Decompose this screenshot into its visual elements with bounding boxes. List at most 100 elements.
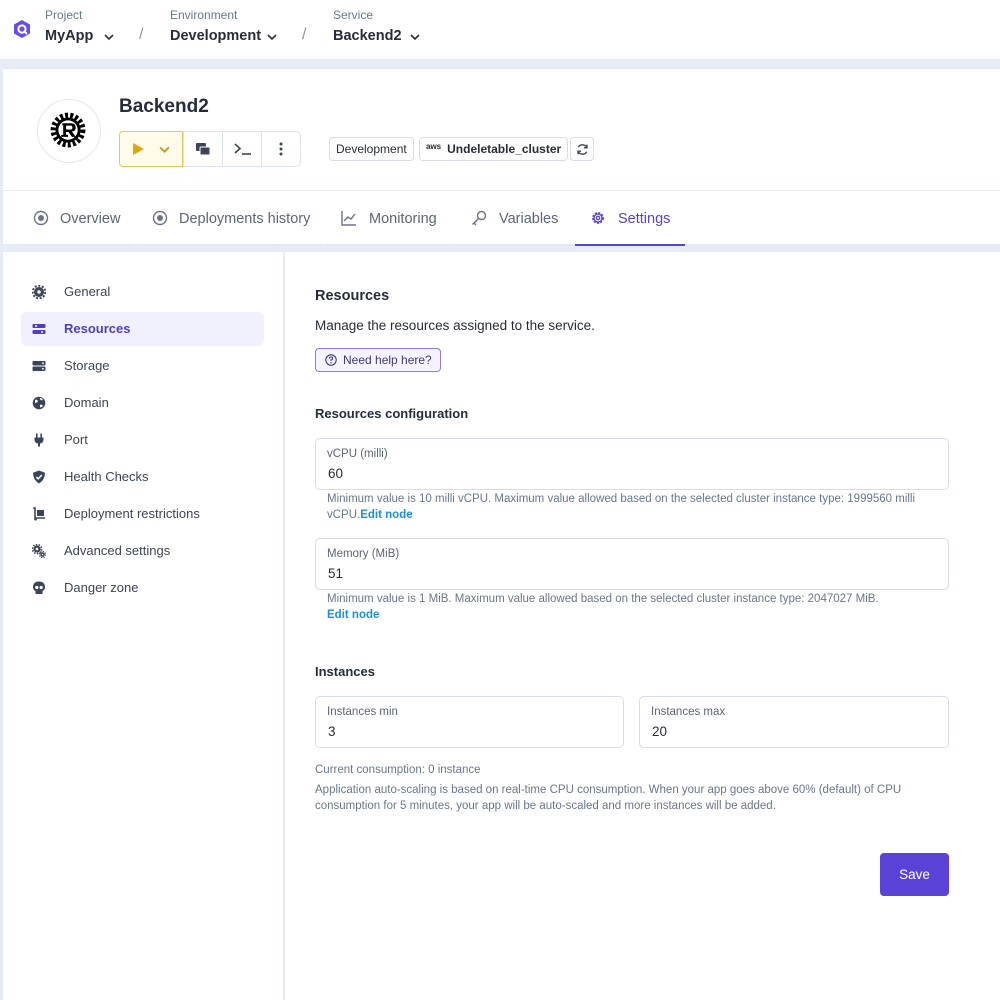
- sidebar-item-storage[interactable]: Storage: [21, 349, 264, 383]
- vcpu-field[interactable]: vCPU (milli) 60: [315, 438, 949, 490]
- service-header: Backend2 Development aws Undeletable_clus…: [3, 68, 1000, 246]
- sidebar-item-resources[interactable]: Resources: [21, 312, 264, 346]
- tab-settings[interactable]: Settings: [575, 191, 685, 246]
- breadcrumb-project[interactable]: Project MyApp: [45, 8, 114, 45]
- sidebar-item-advanced-settings[interactable]: Advanced settings: [21, 534, 264, 568]
- memory-field-label: Memory (MiB): [327, 548, 400, 560]
- service-actions: [119, 131, 301, 167]
- memory-field-value[interactable]: 51: [328, 566, 343, 581]
- tab-variables[interactable]: Variables: [456, 191, 573, 246]
- sidebar-item-health-checks[interactable]: Health Checks: [21, 460, 264, 494]
- page-title: Resources: [315, 288, 390, 304]
- vcpu-hint-text: Minimum value is 10 milli vCPU. Maximum …: [327, 493, 916, 521]
- instances-max-field[interactable]: Instances max 20: [639, 696, 949, 748]
- memory-hint-text: Minimum value is 1 MiB. Maximum value al…: [327, 593, 879, 605]
- sidebar-item-domain[interactable]: Domain: [21, 386, 264, 420]
- breadcrumb-service-value: Backend2: [333, 28, 402, 44]
- breadcrumb-project-label: Project: [45, 8, 83, 22]
- memory-field[interactable]: Memory (MiB) 51: [315, 538, 949, 590]
- tab-settings-label: Settings: [618, 211, 671, 227]
- breadcrumb-environment-label: Environment: [170, 8, 238, 22]
- help-button-label: Need help here?: [343, 353, 432, 367]
- deploy-split-button[interactable]: [119, 131, 183, 167]
- vcpu-field-value[interactable]: 60: [328, 466, 343, 481]
- breadcrumb-environment-value: Development: [170, 28, 262, 44]
- settings-sidebar: General Resources Storage Domain Port He…: [3, 252, 284, 1000]
- breadcrumb-service-label: Service: [333, 8, 374, 22]
- sidebar-item-label: Advanced settings: [64, 543, 171, 558]
- vcpu-field-label: vCPU (milli): [327, 448, 388, 460]
- section-title: Resources configuration: [315, 406, 469, 421]
- environment-tag[interactable]: Development: [329, 137, 414, 161]
- refresh-icon: [577, 144, 588, 155]
- autoscale-note: Application auto-scaling is based on rea…: [315, 784, 902, 812]
- current-consumption: Current consumption: 0 instance: [315, 764, 481, 776]
- terminal-icon: [234, 143, 251, 155]
- circle-dot-icon: [152, 210, 168, 226]
- logs-icon: [196, 143, 211, 156]
- play-icon: [133, 143, 144, 155]
- sidebar-item-port[interactable]: Port: [21, 423, 264, 457]
- sliders-icon: [32, 324, 46, 334]
- service-avatar: [37, 99, 101, 163]
- instances-max-value[interactable]: 20: [652, 724, 667, 739]
- sidebar-item-label: Danger zone: [64, 580, 139, 595]
- dolly-icon: [33, 507, 45, 521]
- chevron-down-icon: [410, 34, 420, 41]
- app-logo-icon[interactable]: [12, 19, 32, 39]
- sidebar-item-label: Health Checks: [64, 469, 149, 484]
- sidebar-item-label: Domain: [64, 395, 109, 410]
- sidebar-item-label: General: [64, 284, 111, 299]
- refresh-button[interactable]: [570, 137, 594, 161]
- sidebar-item-label: Storage: [64, 358, 110, 373]
- vcpu-hint: Minimum value is 10 milli vCPU. Maximum …: [327, 491, 947, 523]
- globe-icon: [32, 396, 46, 410]
- question-circle-icon: [325, 354, 337, 366]
- more-actions-button[interactable]: [261, 132, 300, 166]
- sidebar-item-deployment-restrictions[interactable]: Deployment restrictions: [21, 497, 264, 531]
- terminal-button[interactable]: [222, 132, 261, 166]
- instances-max-label: Instances max: [651, 706, 726, 718]
- cluster-tag[interactable]: aws Undeletable_cluster: [419, 137, 569, 161]
- tab-variables-label: Variables: [499, 211, 559, 227]
- edit-node-link[interactable]: Edit node: [360, 509, 412, 521]
- breadcrumb-service[interactable]: Service Backend2: [333, 8, 420, 45]
- skull-icon: [33, 581, 45, 594]
- save-button[interactable]: Save: [880, 853, 949, 896]
- instances-min-field[interactable]: Instances min 3: [315, 696, 624, 748]
- chart-line-icon: [341, 211, 356, 226]
- aws-logo-icon: aws: [426, 142, 442, 151]
- sidebar-item-label: Resources: [64, 321, 131, 336]
- instances-min-value[interactable]: 3: [328, 724, 336, 739]
- tab-deployments-history[interactable]: Deployments history: [137, 191, 322, 246]
- tab-monitoring-label: Monitoring: [369, 211, 437, 227]
- sidebar-item-danger-zone[interactable]: Danger zone: [21, 571, 264, 605]
- help-button[interactable]: Need help here?: [315, 348, 441, 372]
- service-title: Backend2: [119, 96, 209, 117]
- more-vertical-icon: [279, 142, 283, 156]
- sidebar-item-label: Deployment restrictions: [64, 506, 200, 521]
- instances-min-label: Instances min: [327, 706, 398, 718]
- section-title: Instances: [315, 664, 375, 679]
- memory-hint: Minimum value is 1 MiB. Maximum value al…: [327, 591, 947, 623]
- tab-monitoring[interactable]: Monitoring: [325, 191, 454, 246]
- sidebar-item-general[interactable]: General: [21, 275, 264, 309]
- key-icon: [472, 210, 487, 226]
- chevron-down-icon: [267, 34, 277, 41]
- gear-icon: [32, 285, 46, 299]
- circle-dot-icon: [33, 210, 49, 226]
- service-tabs: Overview Deployments history Monitoring …: [3, 190, 1000, 246]
- tab-overview[interactable]: Overview: [17, 191, 132, 246]
- breadcrumb-separator: /: [139, 26, 144, 43]
- breadcrumb-separator: /: [302, 26, 307, 43]
- rust-logo-icon: [50, 112, 86, 148]
- edit-node-link[interactable]: Edit node: [327, 609, 379, 621]
- page-description: Manage the resources assigned to the ser…: [315, 318, 595, 333]
- tab-overview-label: Overview: [60, 211, 121, 227]
- sidebar-item-label: Port: [64, 432, 88, 447]
- chevron-down-icon: [104, 34, 114, 41]
- breadcrumb-environment[interactable]: Environment Development: [170, 8, 277, 45]
- gears-icon: [32, 544, 46, 558]
- tab-deployments-history-label: Deployments history: [179, 211, 311, 227]
- logs-button[interactable]: [183, 132, 222, 166]
